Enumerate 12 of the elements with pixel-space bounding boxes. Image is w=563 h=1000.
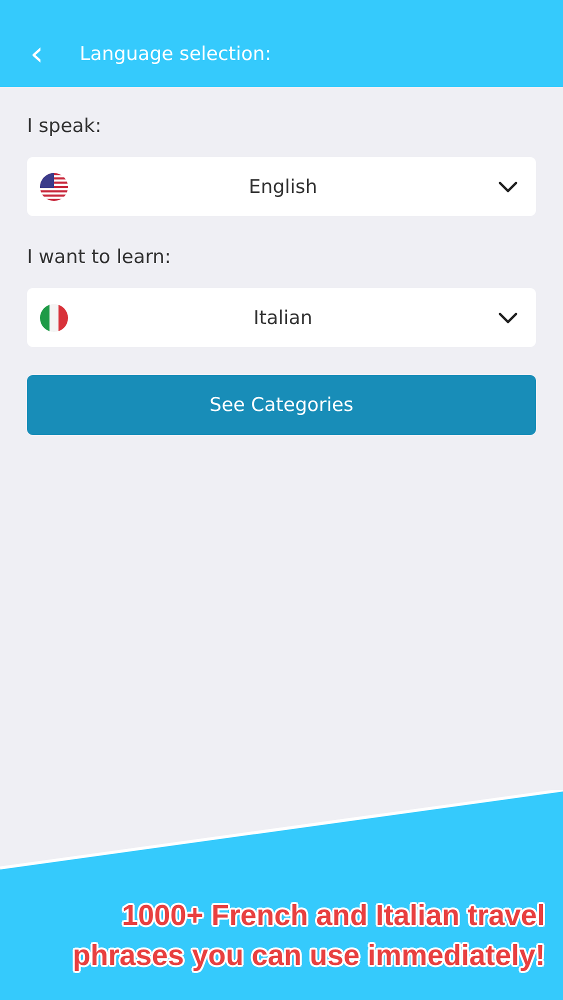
flag-icon [40, 172, 68, 200]
chevron-down-icon [498, 180, 518, 192]
promo-caption: 1000+ French and Italian travel [122, 899, 545, 934]
screen-title: Language selection: [80, 43, 272, 67]
promo-caption: phrases you can use immediately! [72, 939, 545, 974]
language-dropdown[interactable]: Italian [27, 288, 536, 347]
field-label: I speak: [27, 115, 102, 137]
see-categories-button[interactable]: See Categories [27, 375, 536, 435]
flag-icon [40, 304, 68, 332]
field-label: I want to learn: [27, 246, 172, 268]
language-dropdown[interactable]: English [27, 157, 536, 216]
chevron-down-icon [498, 312, 518, 324]
